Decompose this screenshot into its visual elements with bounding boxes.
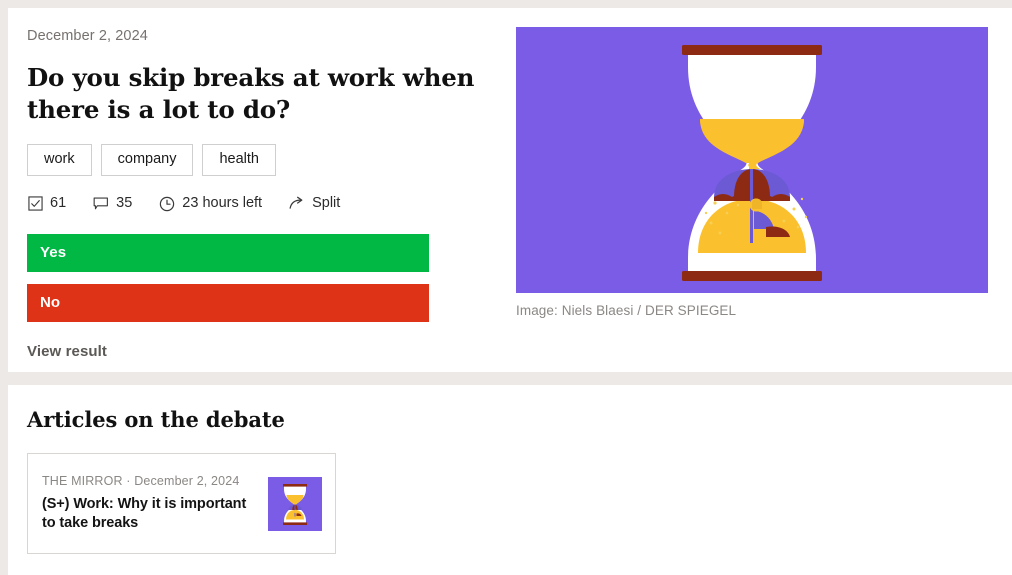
vote-option-yes[interactable]: Yes <box>27 233 429 272</box>
checkbox-checked-icon <box>27 196 43 212</box>
clock-icon <box>159 196 175 212</box>
tag-list: work company health <box>27 143 497 176</box>
tag-health[interactable]: health <box>202 143 276 176</box>
hourglass-illustration <box>516 27 988 293</box>
vote-option-list: Yes No <box>27 233 497 322</box>
tag-company[interactable]: company <box>100 143 194 176</box>
articles-heading: Articles on the debate <box>27 407 285 432</box>
time-left-item: 23 hours left <box>159 196 262 212</box>
vote-count-item[interactable]: 61 <box>27 196 66 212</box>
articles-panel: Articles on the debate THE MIRROR · Dece… <box>8 385 1012 575</box>
article-card[interactable]: THE MIRROR · December 2, 2024 (S+) Work:… <box>27 453 336 554</box>
time-left-label: 23 hours left <box>182 195 263 212</box>
vote-option-no[interactable]: No <box>27 283 429 322</box>
share-label: Split <box>312 195 341 212</box>
article-source: THE MIRROR · December 2, 2024 <box>42 473 240 488</box>
hourglass-thumbnail <box>268 476 322 531</box>
share-item[interactable]: Split <box>289 196 340 212</box>
page-root: December 2, 2024 Do you skip breaks at w… <box>0 0 1012 575</box>
comment-bubble-icon <box>93 196 109 212</box>
poll-date: December 2, 2024 <box>27 28 148 44</box>
poll-content-column: December 2, 2024 Do you skip breaks at w… <box>27 28 497 361</box>
comment-count-label: 35 <box>116 195 133 212</box>
poll-panel: December 2, 2024 Do you skip breaks at w… <box>8 8 1012 372</box>
poll-question-title: Do you skip breaks at work when there is… <box>27 63 475 124</box>
articles-content: Articles on the debate THE MIRROR · Dece… <box>27 407 992 554</box>
poll-image-column: Image: Niels Blaesi / DER SPIEGEL <box>516 27 988 318</box>
vote-count-label: 61 <box>50 195 67 212</box>
tag-work[interactable]: work <box>27 143 92 176</box>
image-caption: Image: Niels Blaesi / DER SPIEGEL <box>516 303 737 318</box>
share-arrow-icon <box>289 196 305 212</box>
vote-option-no-label: No <box>40 294 61 312</box>
vote-option-yes-label: Yes <box>40 244 67 262</box>
comment-count-item[interactable]: 35 <box>93 196 132 212</box>
poll-meta-row: 61 35 23 hours left Split <box>27 194 497 214</box>
view-result-link[interactable]: View result <box>27 343 107 360</box>
article-text: THE MIRROR · December 2, 2024 (S+) Work:… <box>42 474 256 534</box>
article-headline: (S+) Work: Why it is important to take b… <box>42 495 247 531</box>
